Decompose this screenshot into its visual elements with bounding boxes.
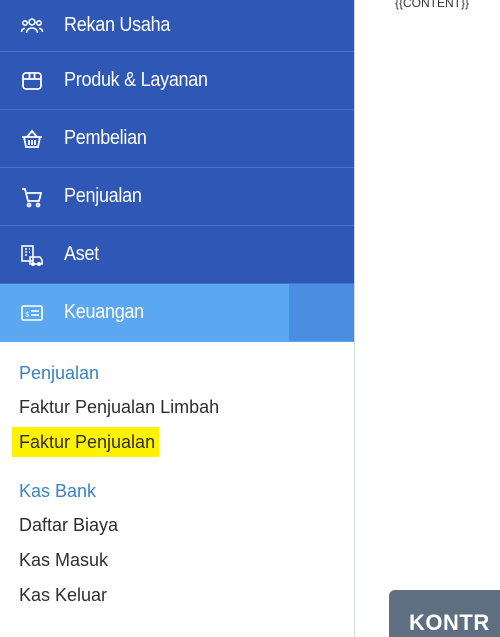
nav-item-penjualan[interactable]: Penjualan — [0, 168, 354, 226]
nav-label: Penjualan — [64, 185, 142, 207]
people-group-icon — [0, 14, 64, 38]
building-car-icon — [0, 243, 64, 267]
cart-icon — [0, 185, 64, 209]
kontr-button[interactable]: KONTR — [389, 590, 500, 637]
box-icon — [0, 69, 64, 93]
nav-item-keuangan[interactable]: $ Keuangan — [0, 284, 354, 342]
nav-item-rekan-usaha[interactable]: Rekan Usaha — [0, 0, 354, 52]
content-placeholder: {{CONTENT}} — [395, 0, 470, 10]
nav-label: Keuangan — [64, 301, 144, 323]
nav-item-pembelian[interactable]: Pembelian — [0, 110, 354, 168]
submenu-header-kas-bank: Kas Bank — [19, 481, 97, 501]
nav-item-produk-layanan[interactable]: Produk & Layanan — [0, 52, 354, 110]
nav-item-aset[interactable]: Aset — [0, 226, 354, 284]
nav-label: Produk & Layanan — [64, 69, 208, 91]
sidebar: Rekan Usaha Produk & Layanan Pembelian P… — [0, 0, 355, 637]
submenu-header-penjualan: Penjualan — [19, 363, 100, 383]
nav-label: Rekan Usaha — [64, 14, 171, 36]
nav-label: Aset — [64, 243, 99, 265]
submenu-item-faktur-penjualan-limbah[interactable]: Faktur Penjualan Limbah — [19, 396, 354, 418]
nav-label: Pembelian — [64, 127, 147, 149]
submenu-item-daftar-biaya[interactable]: Daftar Biaya — [19, 514, 354, 536]
submenu-item-faktur-penjualan[interactable]: Faktur Penjualan — [12, 427, 160, 457]
svg-text:$: $ — [25, 310, 29, 318]
money-card-icon: $ — [0, 301, 64, 325]
basket-icon — [0, 127, 64, 151]
submenu-item-kas-keluar[interactable]: Kas Keluar — [19, 584, 354, 606]
submenu-gap — [19, 466, 354, 480]
keuangan-submenu: Penjualan Faktur Penjualan Limbah Faktur… — [0, 342, 354, 606]
app-root: Rekan Usaha Produk & Layanan Pembelian P… — [0, 0, 500, 637]
submenu-item-kas-masuk[interactable]: Kas Masuk — [19, 549, 354, 571]
